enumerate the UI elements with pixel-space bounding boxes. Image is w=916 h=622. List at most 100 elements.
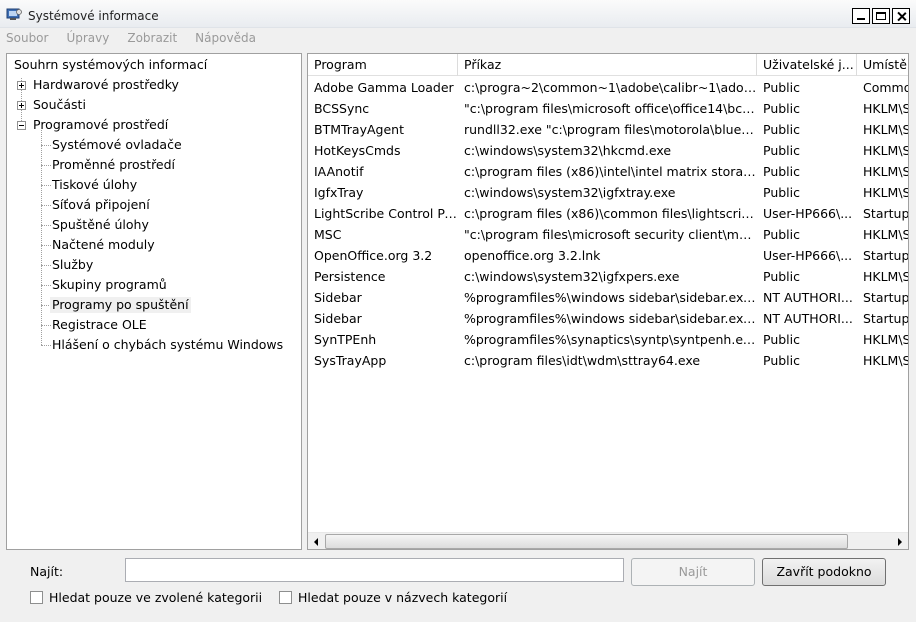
close-pane-button[interactable]: Zavřít podokno — [762, 558, 886, 586]
cell-command: openoffice.org 3.2.lnk — [464, 248, 601, 263]
maximize-button[interactable] — [872, 8, 890, 24]
collapse-software-icon[interactable] — [17, 121, 26, 130]
details-list[interactable]: Program Příkaz Uživatelské j... Umístěn … — [307, 53, 909, 550]
category-tree[interactable]: Souhrn systémových informací Hardwarové … — [6, 53, 302, 550]
cell-command: rundll32.exe "c:\program files\motorola\… — [464, 122, 757, 137]
tree-item-components[interactable]: Součásti — [31, 97, 88, 113]
column-header-command[interactable]: Příkaz — [458, 54, 757, 76]
column-header-location[interactable]: Umístěn — [857, 54, 908, 76]
table-row[interactable]: Sidebar %programfiles%\windows sidebar\si… — [308, 287, 909, 308]
cell-location: Startup — [863, 290, 909, 305]
scroll-left-icon[interactable] — [308, 533, 325, 549]
cell-user-name: Public — [763, 164, 800, 179]
column-header-user-name[interactable]: Uživatelské j... — [757, 54, 857, 76]
cell-command: %programfiles%\windows sidebar\sidebar.e… — [464, 311, 757, 326]
title-bar[interactable]: Systémové informace — [0, 0, 916, 28]
search-selected-category-option[interactable]: Hledat pouze ve zvolené kategorii — [30, 590, 262, 605]
tree-item-system-drivers[interactable]: Systémové ovladače — [50, 137, 184, 153]
expand-components-icon[interactable] — [17, 101, 26, 110]
cell-location: HKLM\S — [863, 101, 909, 116]
cell-user-name: Public — [763, 143, 800, 158]
cell-location: Commo — [863, 80, 909, 95]
menu-view[interactable]: Zobrazit — [127, 31, 177, 45]
menu-bar: Soubor Úpravy Zobrazit Nápověda — [0, 28, 916, 48]
find-label: Najít: — [30, 564, 63, 579]
cell-program: BCSSync — [314, 101, 370, 116]
close-window-button[interactable] — [892, 8, 910, 24]
menu-help[interactable]: Nápověda — [195, 31, 256, 45]
cell-location: Startup — [863, 206, 909, 221]
cell-command: c:\program files\idt\wdm\sttray64.exe — [464, 353, 701, 368]
table-row[interactable]: OpenOffice.org 3.2 openoffice.org 3.2.lnk… — [308, 245, 908, 266]
scroll-right-icon[interactable] — [891, 533, 908, 549]
search-selected-category-label: Hledat pouze ve zvolené kategorii — [49, 590, 263, 605]
column-header-program[interactable]: Program — [308, 54, 458, 76]
tree-item-hardware[interactable]: Hardwarové prostředky — [31, 77, 181, 93]
cell-user-name: Public — [763, 269, 800, 284]
tree-item-services[interactable]: Služby — [50, 257, 95, 273]
menu-file[interactable]: Soubor — [6, 31, 48, 45]
table-row[interactable]: SynTPEnh %programfiles%\synaptics\syntp\s… — [308, 329, 908, 350]
scrollbar-thumb[interactable] — [325, 534, 848, 549]
find-input[interactable] — [125, 558, 624, 582]
tree-item-software-environment[interactable]: Programové prostředí — [31, 117, 170, 133]
tree-item-print-jobs[interactable]: Tiskové úlohy — [50, 177, 139, 193]
tree-item-startup-programs[interactable]: Programy po spuštění — [50, 297, 191, 313]
find-label-text: Najít: — [30, 564, 64, 579]
search-category-names-option[interactable]: Hledat pouze v názvech kategorií — [279, 590, 507, 605]
cell-command: %programfiles%\windows sidebar\sidebar.e… — [464, 290, 757, 305]
cell-program: BTMTrayAgent — [314, 122, 404, 137]
horizontal-scrollbar[interactable] — [308, 532, 908, 549]
find-button[interactable]: Najít — [631, 558, 755, 586]
tree-item-program-groups[interactable]: Skupiny programů — [50, 277, 169, 293]
search-category-names-label: Hledat pouze v názvech kategorií — [298, 590, 508, 605]
table-row[interactable]: Persistence c:\windows\system32\igfxpers.… — [308, 266, 908, 287]
cell-user-name: NT AUTHORI... — [763, 290, 853, 305]
table-row[interactable]: SysTrayApp c:\program files\idt\wdm\sttra… — [308, 350, 908, 371]
minimize-button[interactable] — [852, 8, 870, 24]
menu-edit[interactable]: Úpravy — [66, 31, 109, 45]
system-information-window: Systémové informace Soubor Úpravy Zobraz… — [0, 0, 916, 622]
cell-command: "c:\program files\microsoft office\offic… — [464, 101, 757, 116]
list-header: Program Příkaz Uživatelské j... Umístěn — [308, 54, 908, 76]
cell-user-name: Public — [763, 185, 800, 200]
table-row[interactable]: IAAnotif c:\program files (x86)\intel\int… — [308, 161, 909, 182]
cell-command: "c:\program files\microsoft security cli… — [464, 227, 757, 242]
cell-location: HKLM\S — [863, 122, 909, 137]
tree-item-summary[interactable]: Souhrn systémových informací — [12, 57, 209, 73]
search-category-names-checkbox[interactable] — [279, 591, 292, 604]
cell-program: SysTrayApp — [314, 353, 387, 368]
tree-item-running-tasks[interactable]: Spuštěné úlohy — [50, 217, 151, 233]
cell-user-name: User-HP666\... — [763, 206, 853, 221]
tree-item-loaded-modules[interactable]: Načtené moduly — [50, 237, 157, 253]
cell-program: SynTPEnh — [314, 332, 377, 347]
search-selected-category-checkbox[interactable] — [30, 591, 43, 604]
cell-location: HKLM\S — [863, 143, 909, 158]
tree-item-environment-variables[interactable]: Proměnné prostředí — [50, 157, 177, 173]
cell-command: c:\program files (x86)\common files\ligh… — [464, 206, 757, 221]
tree-connector — [41, 130, 42, 345]
cell-program: Persistence — [314, 269, 386, 284]
cell-program: OpenOffice.org 3.2 — [314, 248, 433, 263]
table-row[interactable]: BCSSync "c:\program files\microsoft offic… — [308, 98, 909, 119]
table-row[interactable]: MSC "c:\program files\microsoft security … — [308, 224, 908, 245]
cell-program: HotKeysCmds — [314, 143, 401, 158]
cell-command: c:\progra~2\common~1\adobe\calibr~1\adob… — [464, 80, 757, 95]
tree-item-network-connections[interactable]: Síťová připojení — [50, 197, 152, 213]
expand-hardware-icon[interactable] — [17, 81, 26, 90]
table-row[interactable]: Sidebar %programfiles%\windows sidebar\si… — [308, 308, 909, 329]
table-row[interactable]: HotKeysCmds c:\windows\system32\hkcmd.exe… — [308, 140, 909, 161]
cell-program: MSC — [314, 227, 342, 242]
cell-location: HKLM\S — [863, 164, 909, 179]
cell-user-name: Public — [763, 122, 800, 137]
table-row[interactable]: Adobe Gamma Loader c:\progra~2\common~1\a… — [308, 77, 909, 98]
tree-item-ole-registration[interactable]: Registrace OLE — [50, 317, 149, 333]
tree-item-windows-error-reporting[interactable]: Hlášení o chybách systému Windows — [50, 337, 285, 353]
table-row[interactable]: BTMTrayAgent rundll32.exe "c:\program fil… — [308, 119, 909, 140]
table-row[interactable]: LightScribe Control Pa... c:\program file… — [308, 203, 909, 224]
cell-command: c:\windows\system32\igfxtray.exe — [464, 185, 676, 200]
cell-program: IgfxTray — [314, 185, 364, 200]
cell-location: Startup — [863, 311, 909, 326]
window-title: Systémové informace — [28, 9, 159, 23]
table-row[interactable]: IgfxTray c:\windows\system32\igfxtray.exe… — [308, 182, 908, 203]
